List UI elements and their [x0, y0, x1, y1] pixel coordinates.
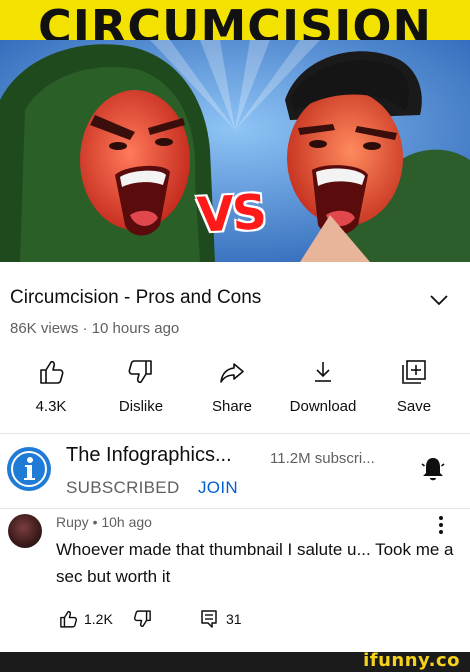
channel-avatar[interactable]	[7, 447, 51, 491]
thumbnail-banner: CIRCUMCISION	[0, 0, 470, 40]
chevron-down-icon[interactable]	[428, 292, 450, 308]
bell-icon[interactable]	[420, 455, 446, 483]
divider	[0, 433, 470, 434]
thumbs-up-icon	[40, 360, 64, 384]
channel-name[interactable]: The Infographics...	[66, 444, 232, 467]
comment-like-count: 1.2K	[84, 611, 113, 627]
comment-reply-count: 31	[226, 611, 242, 627]
download-label: Download	[289, 398, 357, 415]
comment-author-avatar[interactable]	[8, 514, 42, 548]
watermark-bar: ifunny.co	[0, 650, 470, 672]
comment-reply-icon[interactable]	[200, 609, 218, 629]
share-label: Share	[211, 398, 253, 415]
thumbnail-vs-text: VS	[195, 184, 267, 244]
video-meta: 86K views · 10 hours ago	[10, 320, 180, 337]
like-button[interactable]: 4.3K	[6, 358, 96, 415]
info-icon	[8, 448, 50, 490]
share-button[interactable]: Share	[187, 358, 277, 415]
dislike-label: Dislike	[118, 398, 164, 415]
action-row: 4.3K Dislike Share Download Save	[0, 358, 470, 422]
subscribed-button[interactable]: SUBSCRIBED	[66, 478, 180, 498]
thumbnail-banner-text: CIRCUMCISION	[38, 0, 432, 40]
video-thumbnail[interactable]: CIRCUMCISION VS	[0, 0, 470, 262]
download-icon	[315, 362, 331, 382]
video-title[interactable]: Circumcision - Pros and Cons	[10, 287, 261, 309]
divider	[0, 508, 470, 509]
save-button[interactable]: Save	[369, 358, 459, 415]
download-button[interactable]: Download	[278, 358, 368, 415]
join-button[interactable]: JOIN	[198, 478, 238, 498]
channel-subscriber-count: 11.2M subscri...	[270, 450, 375, 467]
comment-dislike-icon[interactable]	[133, 609, 153, 629]
share-icon	[220, 363, 244, 383]
thumbs-down-icon	[128, 360, 152, 384]
dislike-button[interactable]: Dislike	[96, 358, 186, 415]
more-vertical-icon[interactable]	[438, 514, 444, 536]
comment-author-time: Rupy • 10h ago	[56, 514, 152, 530]
comment-text: Whoever made that thumbnail I salute u..…	[56, 540, 454, 586]
like-count: 4.3K	[35, 398, 67, 415]
save-icon	[402, 360, 426, 384]
ifunny-watermark: ifunny.co	[363, 650, 460, 671]
comment-like-icon[interactable]	[58, 609, 78, 629]
save-label: Save	[396, 398, 432, 415]
